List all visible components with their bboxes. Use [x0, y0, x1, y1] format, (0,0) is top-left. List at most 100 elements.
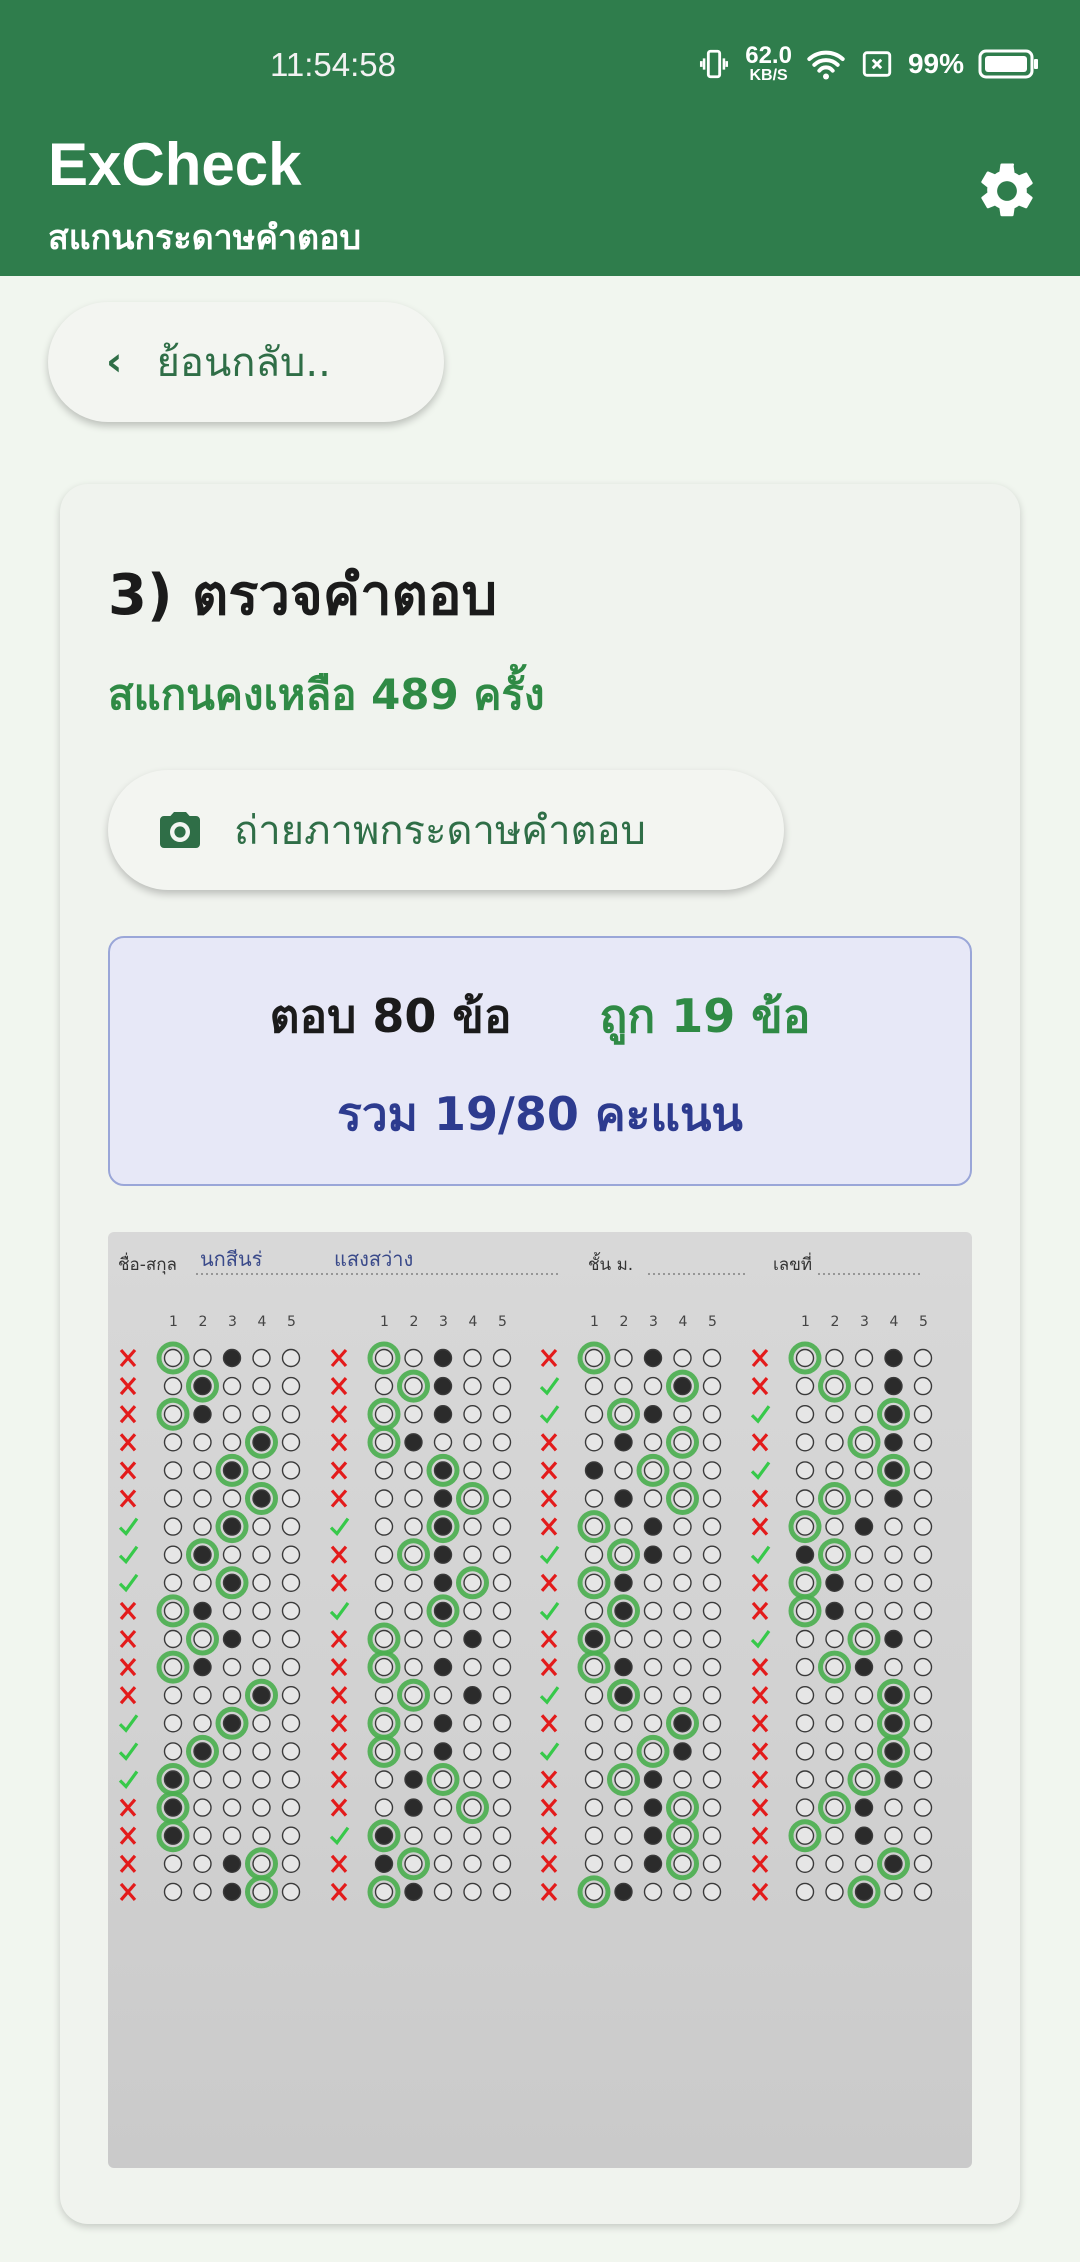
choice-header: 1 — [380, 1314, 389, 1330]
correct-mark-icon — [539, 1377, 560, 1396]
answer-bubble — [795, 1517, 815, 1536]
answer-bubble — [673, 1882, 692, 1902]
answer-bubble — [825, 1376, 844, 1396]
answer-bubble — [584, 1517, 604, 1536]
wrong-mark-icon — [330, 1489, 348, 1508]
answer-bubble — [614, 1489, 633, 1508]
answer-bubble — [825, 1657, 844, 1677]
answer-bubble — [374, 1404, 394, 1424]
answer-bubble — [614, 1854, 633, 1873]
choice-header: 5 — [919, 1314, 928, 1330]
answer-bubble — [492, 1629, 512, 1649]
answer-bubble — [614, 1686, 633, 1705]
answer-bubble — [884, 1854, 903, 1873]
answer-bubble — [193, 1629, 212, 1649]
answer-bubble — [492, 1348, 512, 1368]
answer-bubble — [252, 1770, 271, 1789]
answer-bubble — [795, 1404, 815, 1424]
answer-bubble — [673, 1376, 692, 1396]
back-button[interactable]: ‹ ย้อนกลับ.. — [48, 302, 444, 422]
answer-bubble — [584, 1376, 604, 1396]
answer-bubble — [884, 1798, 903, 1817]
answer-bubble — [795, 1742, 815, 1761]
answer-bubble — [163, 1601, 183, 1621]
answer-bubble — [193, 1742, 212, 1761]
answer-bubble — [163, 1517, 183, 1536]
answer-bubble — [614, 1545, 633, 1564]
answer-bubble — [825, 1433, 844, 1452]
answer-bubble — [252, 1601, 271, 1621]
answer-bubble — [404, 1714, 423, 1733]
answer-bubble — [673, 1742, 692, 1761]
answer-bubble — [584, 1601, 604, 1621]
answer-bubble — [884, 1629, 903, 1649]
answer-bubble — [884, 1517, 903, 1536]
answer-bubble — [702, 1826, 722, 1845]
answer-bubble — [222, 1657, 242, 1677]
take-photo-button[interactable]: ถ่ายภาพกระดาษคำตอบ — [108, 770, 784, 890]
correct-mark-icon — [750, 1630, 771, 1649]
answer-bubble — [163, 1882, 183, 1902]
settings-gear-icon[interactable] — [974, 158, 1040, 224]
answer-bubble — [492, 1742, 512, 1761]
answer-bubble — [193, 1798, 212, 1817]
answer-bubble — [463, 1657, 482, 1677]
answer-bubble — [492, 1882, 512, 1902]
answer-bubble — [584, 1742, 604, 1761]
answer-bubble — [913, 1461, 933, 1480]
answer-bubble — [702, 1686, 722, 1705]
answer-bubble — [163, 1854, 183, 1873]
choice-header: 2 — [410, 1314, 419, 1330]
answer-bubble — [795, 1657, 815, 1677]
answer-bubble — [643, 1573, 663, 1592]
answer-bubble — [492, 1798, 512, 1817]
answer-bubble — [463, 1629, 482, 1649]
answer-bubble — [643, 1854, 663, 1873]
wrong-mark-icon — [330, 1405, 348, 1424]
answer-bubble — [404, 1629, 423, 1649]
answer-bubble — [825, 1770, 844, 1789]
answer-bubble — [433, 1714, 453, 1733]
answer-bubble — [884, 1770, 903, 1789]
answer-bubble — [463, 1573, 482, 1592]
wrong-mark-icon — [540, 1489, 558, 1508]
answer-bubble — [795, 1545, 815, 1564]
answer-bubble — [463, 1714, 482, 1733]
answer-bubble — [492, 1489, 512, 1508]
wrong-mark-icon — [540, 1461, 558, 1480]
answer-bubble — [825, 1545, 844, 1564]
answer-bubble — [163, 1742, 183, 1761]
sheet-class-label: ชั้น ม. — [588, 1252, 633, 1275]
answer-bubble — [193, 1686, 212, 1705]
correct-mark-icon — [539, 1686, 560, 1705]
answer-bubble — [193, 1489, 212, 1508]
choice-header: 5 — [708, 1314, 717, 1330]
answer-bubble — [222, 1404, 242, 1424]
answer-bubble — [854, 1376, 874, 1396]
correct-mark-icon — [750, 1461, 771, 1480]
answer-bubble — [281, 1770, 301, 1789]
wrong-mark-icon — [330, 1854, 348, 1873]
answer-bubble — [643, 1714, 663, 1733]
answer-bubble — [854, 1742, 874, 1761]
answer-bubble — [404, 1461, 423, 1480]
answer-bubble — [673, 1714, 692, 1733]
answer-bubble — [281, 1461, 301, 1480]
answer-bubble — [702, 1882, 722, 1902]
answer-bubble — [222, 1545, 242, 1564]
answer-bubble — [433, 1770, 453, 1789]
answer-bubble — [702, 1601, 722, 1621]
answer-bubble — [163, 1545, 183, 1564]
answer-bubble — [222, 1854, 242, 1873]
answer-bubble — [614, 1573, 633, 1592]
answer-bubble — [222, 1348, 242, 1368]
choice-header: 4 — [258, 1314, 267, 1330]
answer-bubble — [193, 1601, 212, 1621]
wrong-mark-icon — [119, 1601, 137, 1620]
answer-bubble — [584, 1657, 604, 1677]
sheet-name-value: นกสีนร่ — [200, 1247, 263, 1271]
wrong-mark-icon — [330, 1770, 348, 1789]
answer-bubble — [252, 1686, 271, 1705]
answer-bubble — [673, 1404, 692, 1424]
answer-bubble — [854, 1545, 874, 1564]
